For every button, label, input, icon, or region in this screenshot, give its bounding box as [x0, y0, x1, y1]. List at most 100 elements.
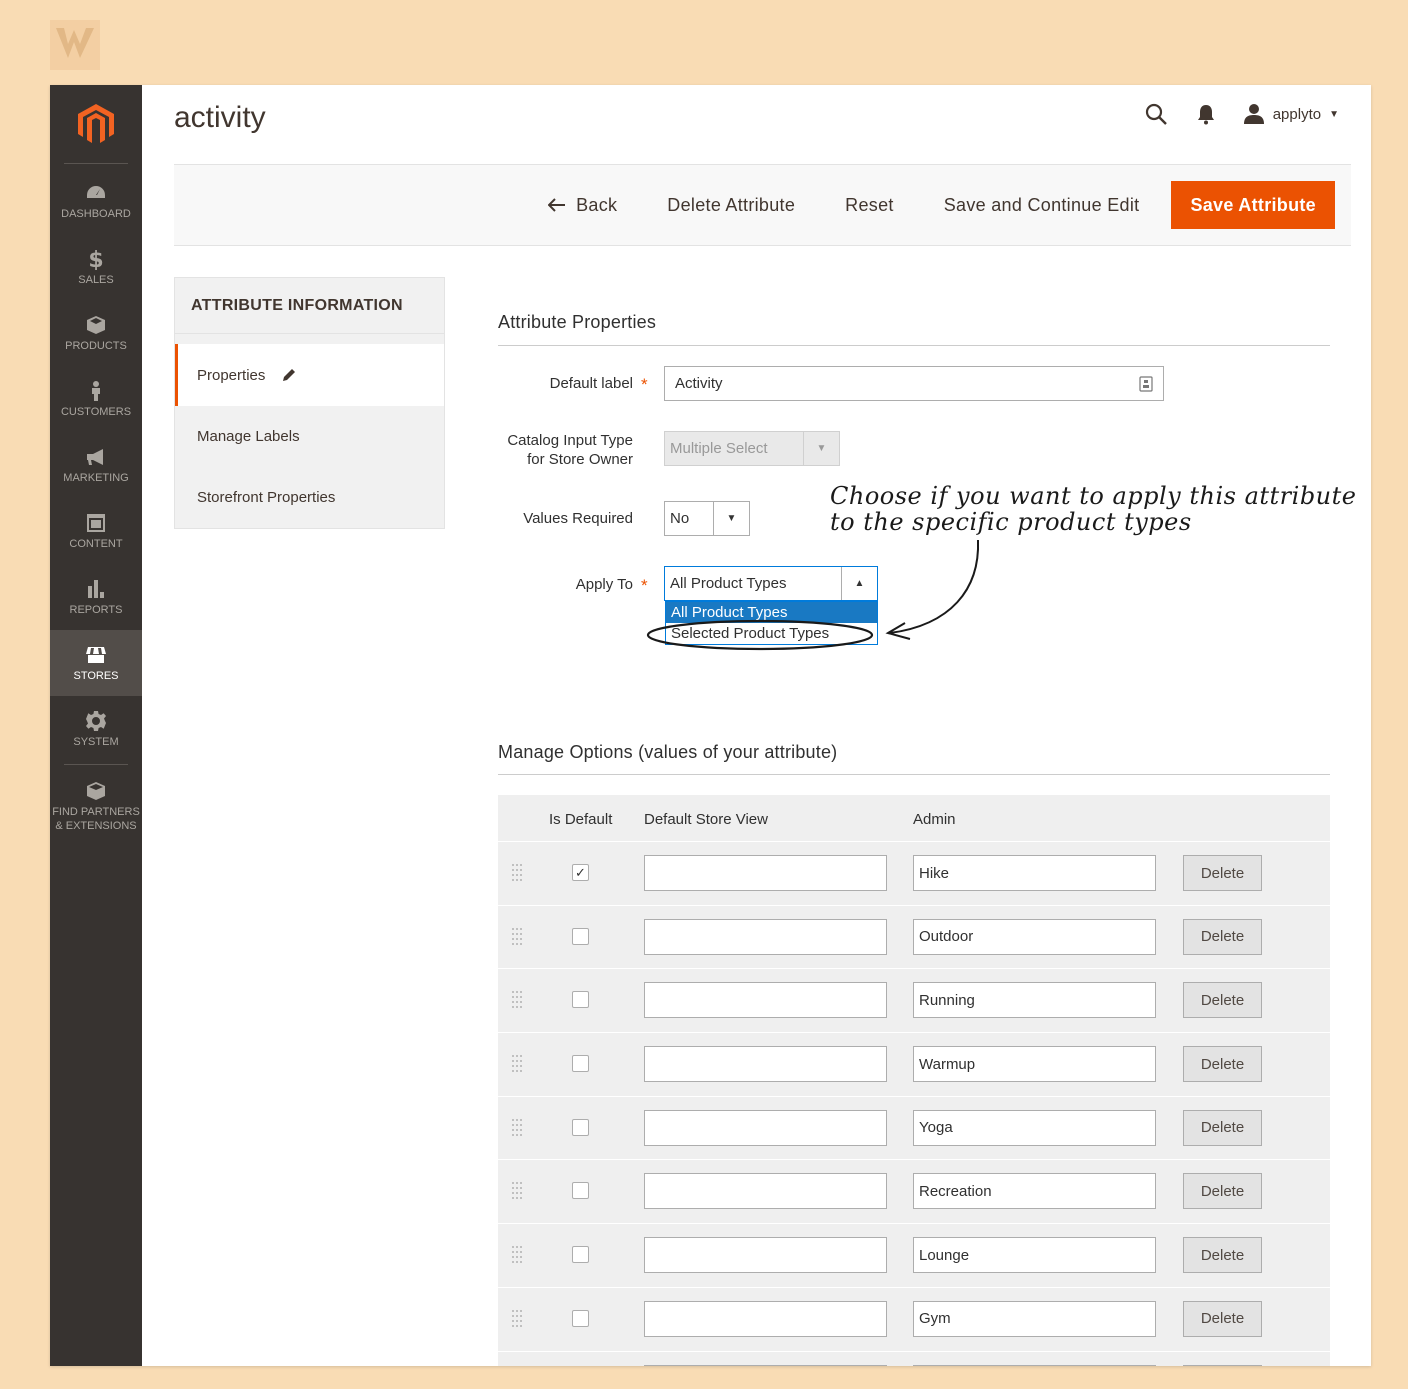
sidebar-item-sales[interactable]: $ Sales [50, 234, 142, 300]
store-view-input[interactable] [644, 918, 887, 955]
is-default-checkbox[interactable] [572, 1182, 589, 1200]
drag-handle-icon[interactable] [512, 1055, 522, 1073]
pencil-icon [283, 369, 296, 381]
magento-logo[interactable] [50, 85, 142, 163]
drag-handle-icon[interactable] [512, 864, 522, 882]
reset-button[interactable]: Reset [820, 195, 919, 216]
sidebar-item-find-partners[interactable]: Find Partners & Extensions [50, 769, 142, 843]
back-button[interactable]: Back [523, 195, 642, 216]
admin-value-input[interactable]: Gym [913, 1300, 1156, 1337]
save-and-continue-button[interactable]: Save and Continue Edit [919, 195, 1165, 216]
input-type-label: Catalog Input Type for Store Owner [507, 432, 633, 468]
is-default-checkbox[interactable] [572, 1309, 589, 1327]
table-row: Lounge Delete [498, 1223, 1330, 1287]
values-required-label: Values Required [523, 510, 633, 527]
store-view-input[interactable] [644, 1300, 887, 1337]
admin-value-input[interactable]: Hike [913, 855, 1156, 891]
delete-option-button[interactable]: Delete [1183, 918, 1262, 955]
save-attribute-button[interactable]: Save Attribute [1171, 181, 1335, 229]
table-row: Gym Delete [498, 1286, 1330, 1351]
user-name: applyto [1272, 105, 1322, 123]
admin-value-input[interactable]: Lounge [913, 1237, 1156, 1274]
sidebar-item-customers[interactable]: Customers [50, 366, 142, 432]
delete-option-button[interactable]: Delete [1183, 1173, 1262, 1210]
delete-option-button[interactable]: Delete [1183, 1364, 1262, 1366]
tab-properties[interactable]: Properties [175, 344, 444, 406]
admin-value-input[interactable]: Running [913, 982, 1156, 1019]
is-default-checkbox[interactable]: ✓ [572, 864, 589, 881]
is-default-checkbox[interactable] [572, 1118, 589, 1136]
default-label-input[interactable]: Activity [664, 366, 1164, 401]
cube-icon [85, 314, 107, 336]
delete-attribute-button[interactable]: Delete Attribute [642, 195, 820, 216]
delete-option-button[interactable]: Delete [1183, 1109, 1262, 1146]
drag-handle-icon[interactable] [512, 1182, 522, 1200]
sidebar-item-content[interactable]: Content [50, 498, 142, 564]
store-view-input[interactable] [644, 1237, 887, 1274]
person-icon [85, 380, 107, 402]
tab-storefront-properties[interactable]: Storefront Properties [175, 467, 444, 528]
is-default-checkbox[interactable] [572, 1055, 589, 1073]
store-view-icon [1139, 375, 1153, 392]
admin-value-input[interactable]: Outdoor [913, 918, 1156, 955]
admin-value-input[interactable]: Yoga [913, 1109, 1156, 1146]
bell-icon[interactable] [1193, 101, 1219, 127]
admin-value-input[interactable]: Recreation [913, 1173, 1156, 1210]
store-view-input[interactable] [644, 1364, 887, 1366]
table-row: Warmup Delete [498, 1032, 1330, 1096]
sidebar-item-label: Customers [60, 405, 132, 418]
tab-manage-labels[interactable]: Manage Labels [175, 406, 444, 467]
column-store-view: Default Store View [644, 811, 768, 828]
sidebar-item-stores[interactable]: Stores [50, 630, 142, 696]
attribute-properties-title: Attribute Properties [498, 312, 657, 332]
gear-icon [85, 710, 107, 732]
table-row: Yoga Delete [498, 1095, 1330, 1160]
store-view-input[interactable] [644, 1046, 887, 1083]
sidebar-item-products[interactable]: Products [50, 300, 142, 366]
is-default-checkbox[interactable] [572, 927, 589, 945]
drag-handle-icon[interactable] [512, 1246, 522, 1264]
apply-to-label: Apply To [575, 576, 633, 593]
table-row: Delete [498, 1350, 1330, 1366]
sidebar-item-dashboard[interactable]: Dashboard [50, 168, 142, 234]
user-menu[interactable]: applyto ▼ [1243, 103, 1339, 125]
drag-handle-icon[interactable] [512, 1118, 522, 1137]
table-row: Running Delete [498, 968, 1330, 1032]
dollar-icon: $ [85, 248, 107, 270]
drag-handle-icon[interactable] [512, 991, 522, 1009]
column-admin: Admin [913, 811, 956, 828]
sidebar-item-label: Stores [73, 669, 119, 682]
admin-value-input[interactable]: Warmup [913, 1046, 1156, 1083]
delete-option-button[interactable]: Delete [1183, 1237, 1262, 1274]
delete-option-button[interactable]: Delete [1183, 982, 1262, 1019]
options-table: Is Default Default Store View Admin ✓ Hik… [498, 795, 1330, 1366]
sidebar-item-label: Reports [69, 603, 123, 616]
store-view-input[interactable] [644, 1173, 887, 1210]
sidebar-item-marketing[interactable]: Marketing [50, 432, 142, 498]
options-table-header: Is Default Default Store View Admin [498, 795, 1330, 841]
sidebar-item-system[interactable]: System [50, 696, 142, 762]
attribute-tabs: ATTRIBUTE INFORMATION Properties Manage … [174, 277, 445, 529]
table-row: Recreation Delete [498, 1159, 1330, 1223]
delete-option-button[interactable]: Delete [1183, 1300, 1262, 1337]
drag-handle-icon[interactable] [512, 1309, 522, 1328]
store-view-input[interactable] [644, 855, 887, 891]
store-view-input[interactable] [644, 1109, 887, 1146]
input-type-select: Multiple Select ▼ [664, 431, 840, 466]
column-is-default: Is Default [549, 811, 613, 828]
admin-sidebar: Dashboard $ Sales Products Customers Mar… [50, 85, 142, 1366]
drag-handle-icon[interactable] [512, 927, 522, 946]
is-default-checkbox[interactable] [572, 1246, 589, 1264]
delete-option-button[interactable]: Delete [1183, 1046, 1262, 1083]
sidebar-item-reports[interactable]: Reports [50, 564, 142, 630]
admin-value-input[interactable] [913, 1364, 1156, 1366]
page-title: activity [174, 101, 266, 134]
manage-options-title: Manage Options (values of your attribute… [498, 742, 838, 762]
sidebar-item-label: Find Partners & Extensions [52, 805, 140, 832]
table-row: ✓ Hike Delete [498, 841, 1330, 905]
sidebar-item-label: Sales [78, 273, 114, 286]
search-icon[interactable] [1143, 101, 1169, 127]
is-default-checkbox[interactable] [572, 991, 589, 1009]
store-view-input[interactable] [644, 982, 887, 1019]
delete-option-button[interactable]: Delete [1183, 855, 1262, 891]
